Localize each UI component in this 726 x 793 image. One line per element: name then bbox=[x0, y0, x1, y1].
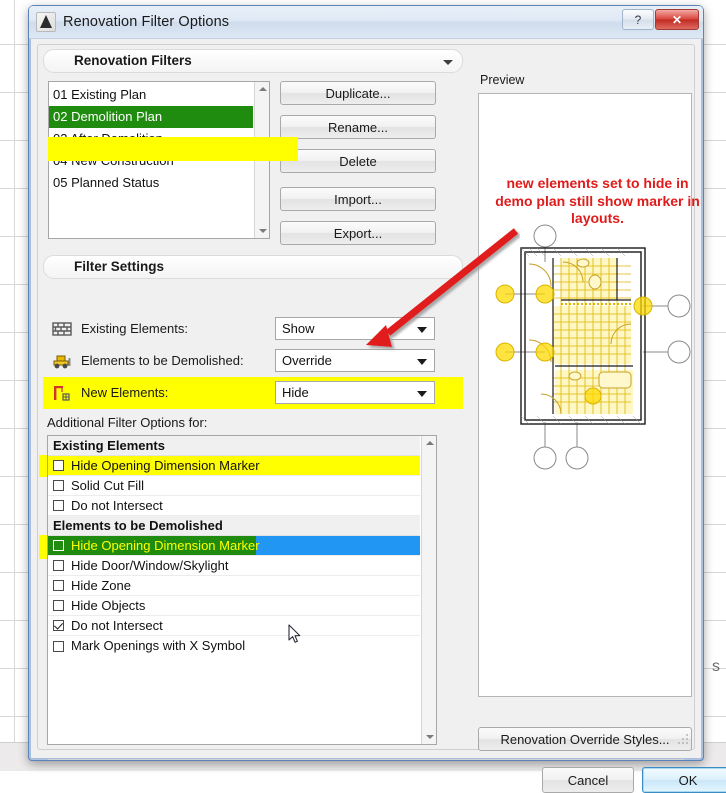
option-hide-objects[interactable]: Hide Objects bbox=[48, 596, 420, 616]
chevron-down-icon bbox=[417, 327, 427, 333]
group-header-elements-to-be-demolished: Elements to be Demolished bbox=[48, 516, 420, 536]
renovation-override-styles-button[interactable]: Renovation Override Styles... bbox=[478, 727, 692, 751]
new-elements-label: New Elements: bbox=[81, 385, 169, 400]
option-label: Hide Opening Dimension Marker bbox=[71, 457, 260, 473]
option-label: Hide Door/Window/Skylight bbox=[71, 557, 229, 573]
preview-label: Preview bbox=[480, 73, 525, 87]
list-highlight-band bbox=[48, 137, 298, 161]
existing-elements-dropdown[interactable]: Show bbox=[275, 317, 435, 340]
dialog-content: Renovation Filters 01 Existing Plan 02 D… bbox=[37, 44, 726, 793]
export-button[interactable]: Export... bbox=[280, 221, 436, 245]
crane-icon bbox=[51, 383, 73, 403]
option-solid-cut-fill[interactable]: Solid Cut Fill bbox=[48, 476, 420, 496]
option-label: Hide Objects bbox=[71, 597, 146, 613]
filter-settings-rows: Existing Elements: Show Elements to be D… bbox=[43, 313, 463, 409]
preview-column: Preview Renovation Override Styles... bbox=[474, 49, 692, 751]
checkbox[interactable] bbox=[53, 560, 64, 571]
demolished-elements-value: Override bbox=[282, 353, 332, 368]
option-do-not-intersect-demolished[interactable]: Do not Intersect bbox=[48, 616, 420, 636]
scroll-up-icon[interactable] bbox=[422, 436, 436, 450]
checkbox[interactable] bbox=[53, 460, 64, 471]
chevron-down-icon bbox=[417, 391, 427, 397]
import-button[interactable]: Import... bbox=[280, 187, 436, 211]
option-hide-door-window-skylight[interactable]: Hide Door/Window/Skylight bbox=[48, 556, 420, 576]
footer-divider bbox=[48, 759, 684, 760]
option-label: Mark Openings with X Symbol bbox=[71, 638, 246, 653]
demolished-elements-dropdown[interactable]: Override bbox=[275, 349, 435, 372]
filter-settings-group-header[interactable]: Filter Settings bbox=[43, 255, 463, 279]
option-label: Do not Intersect bbox=[71, 617, 163, 633]
option-hide-opening-dimension-marker-demolished[interactable]: Hide Opening Dimension Marker bbox=[48, 536, 420, 556]
checkbox[interactable] bbox=[53, 500, 64, 511]
floor-plan-preview bbox=[495, 224, 691, 470]
existing-elements-value: Show bbox=[282, 321, 315, 336]
new-elements-value: Hide bbox=[282, 385, 309, 400]
additional-filter-options-list[interactable]: Existing Elements Hide Opening Dimension… bbox=[47, 435, 437, 745]
mouse-cursor-icon bbox=[288, 624, 301, 643]
filter-setting-existing-elements: Existing Elements: Show bbox=[43, 313, 463, 345]
close-icon[interactable]: ✕ bbox=[655, 9, 699, 30]
option-label: Hide Opening Dimension Marker bbox=[71, 537, 260, 553]
demolished-elements-label: Elements to be Demolished: bbox=[81, 353, 244, 368]
list-item-selected[interactable]: 02 Demolition Plan bbox=[49, 106, 253, 128]
scroll-up-icon[interactable] bbox=[255, 82, 269, 96]
delete-button[interactable]: Delete bbox=[280, 149, 436, 173]
option-label: Do not Intersect bbox=[71, 497, 163, 513]
filter-setting-demolished-elements: Elements to be Demolished: Override bbox=[43, 345, 463, 377]
chevron-down-icon[interactable] bbox=[443, 60, 453, 65]
bulldozer-icon bbox=[51, 351, 73, 371]
checkbox[interactable] bbox=[53, 600, 64, 611]
option-mark-openings-with-x-symbol[interactable]: Mark Openings with X Symbol bbox=[48, 636, 420, 656]
checkbox[interactable] bbox=[53, 580, 64, 591]
checkbox[interactable] bbox=[53, 540, 64, 551]
dialog-title: Renovation Filter Options bbox=[63, 14, 230, 30]
renovation-filters-group-header[interactable]: Renovation Filters bbox=[43, 49, 463, 73]
option-label: Hide Zone bbox=[71, 577, 131, 593]
help-button[interactable]: ? bbox=[622, 9, 654, 30]
dialog-title-bar[interactable]: Renovation Filter Options ? ✕ bbox=[29, 6, 703, 39]
rename-button[interactable]: Rename... bbox=[280, 115, 436, 139]
option-label: Solid Cut Fill bbox=[71, 477, 144, 493]
existing-elements-label: Existing Elements: bbox=[81, 321, 188, 336]
checkbox-checked[interactable] bbox=[53, 620, 64, 631]
window-controls: ? ✕ bbox=[622, 9, 699, 30]
duplicate-button[interactable]: Duplicate... bbox=[280, 81, 436, 105]
background-stray-text: s bbox=[712, 658, 720, 675]
resize-grip-icon[interactable] bbox=[678, 734, 689, 745]
option-hide-opening-dimension-marker-existing[interactable]: Hide Opening Dimension Marker bbox=[48, 456, 420, 476]
checkbox[interactable] bbox=[53, 640, 64, 652]
scroll-down-icon[interactable] bbox=[255, 224, 269, 238]
new-elements-dropdown[interactable]: Hide bbox=[275, 381, 435, 404]
renovation-filters-title: Renovation Filters bbox=[74, 53, 192, 68]
list-item[interactable]: 01 Existing Plan bbox=[49, 84, 253, 106]
filter-setting-new-elements: New Elements: Hide bbox=[43, 377, 463, 409]
list-item[interactable]: 05 Planned Status bbox=[49, 172, 253, 194]
filter-settings-title: Filter Settings bbox=[74, 259, 165, 274]
option-hide-zone[interactable]: Hide Zone bbox=[48, 576, 420, 596]
preview-panel bbox=[478, 93, 692, 697]
options-list-scrollbar[interactable] bbox=[421, 436, 436, 744]
group-header-existing-elements: Existing Elements bbox=[48, 436, 420, 456]
scroll-down-icon[interactable] bbox=[422, 730, 436, 744]
brick-wall-icon bbox=[51, 319, 73, 339]
archicad-icon bbox=[36, 12, 56, 32]
renovation-filter-options-dialog: Renovation Filter Options ? ✕ Renovation… bbox=[28, 5, 726, 793]
option-do-not-intersect-existing[interactable]: Do not Intersect bbox=[48, 496, 420, 516]
additional-filter-options-label: Additional Filter Options for: bbox=[47, 415, 208, 430]
chevron-down-icon bbox=[417, 359, 427, 365]
checkbox[interactable] bbox=[53, 480, 64, 491]
settings-column: Renovation Filters 01 Existing Plan 02 D… bbox=[39, 49, 465, 745]
